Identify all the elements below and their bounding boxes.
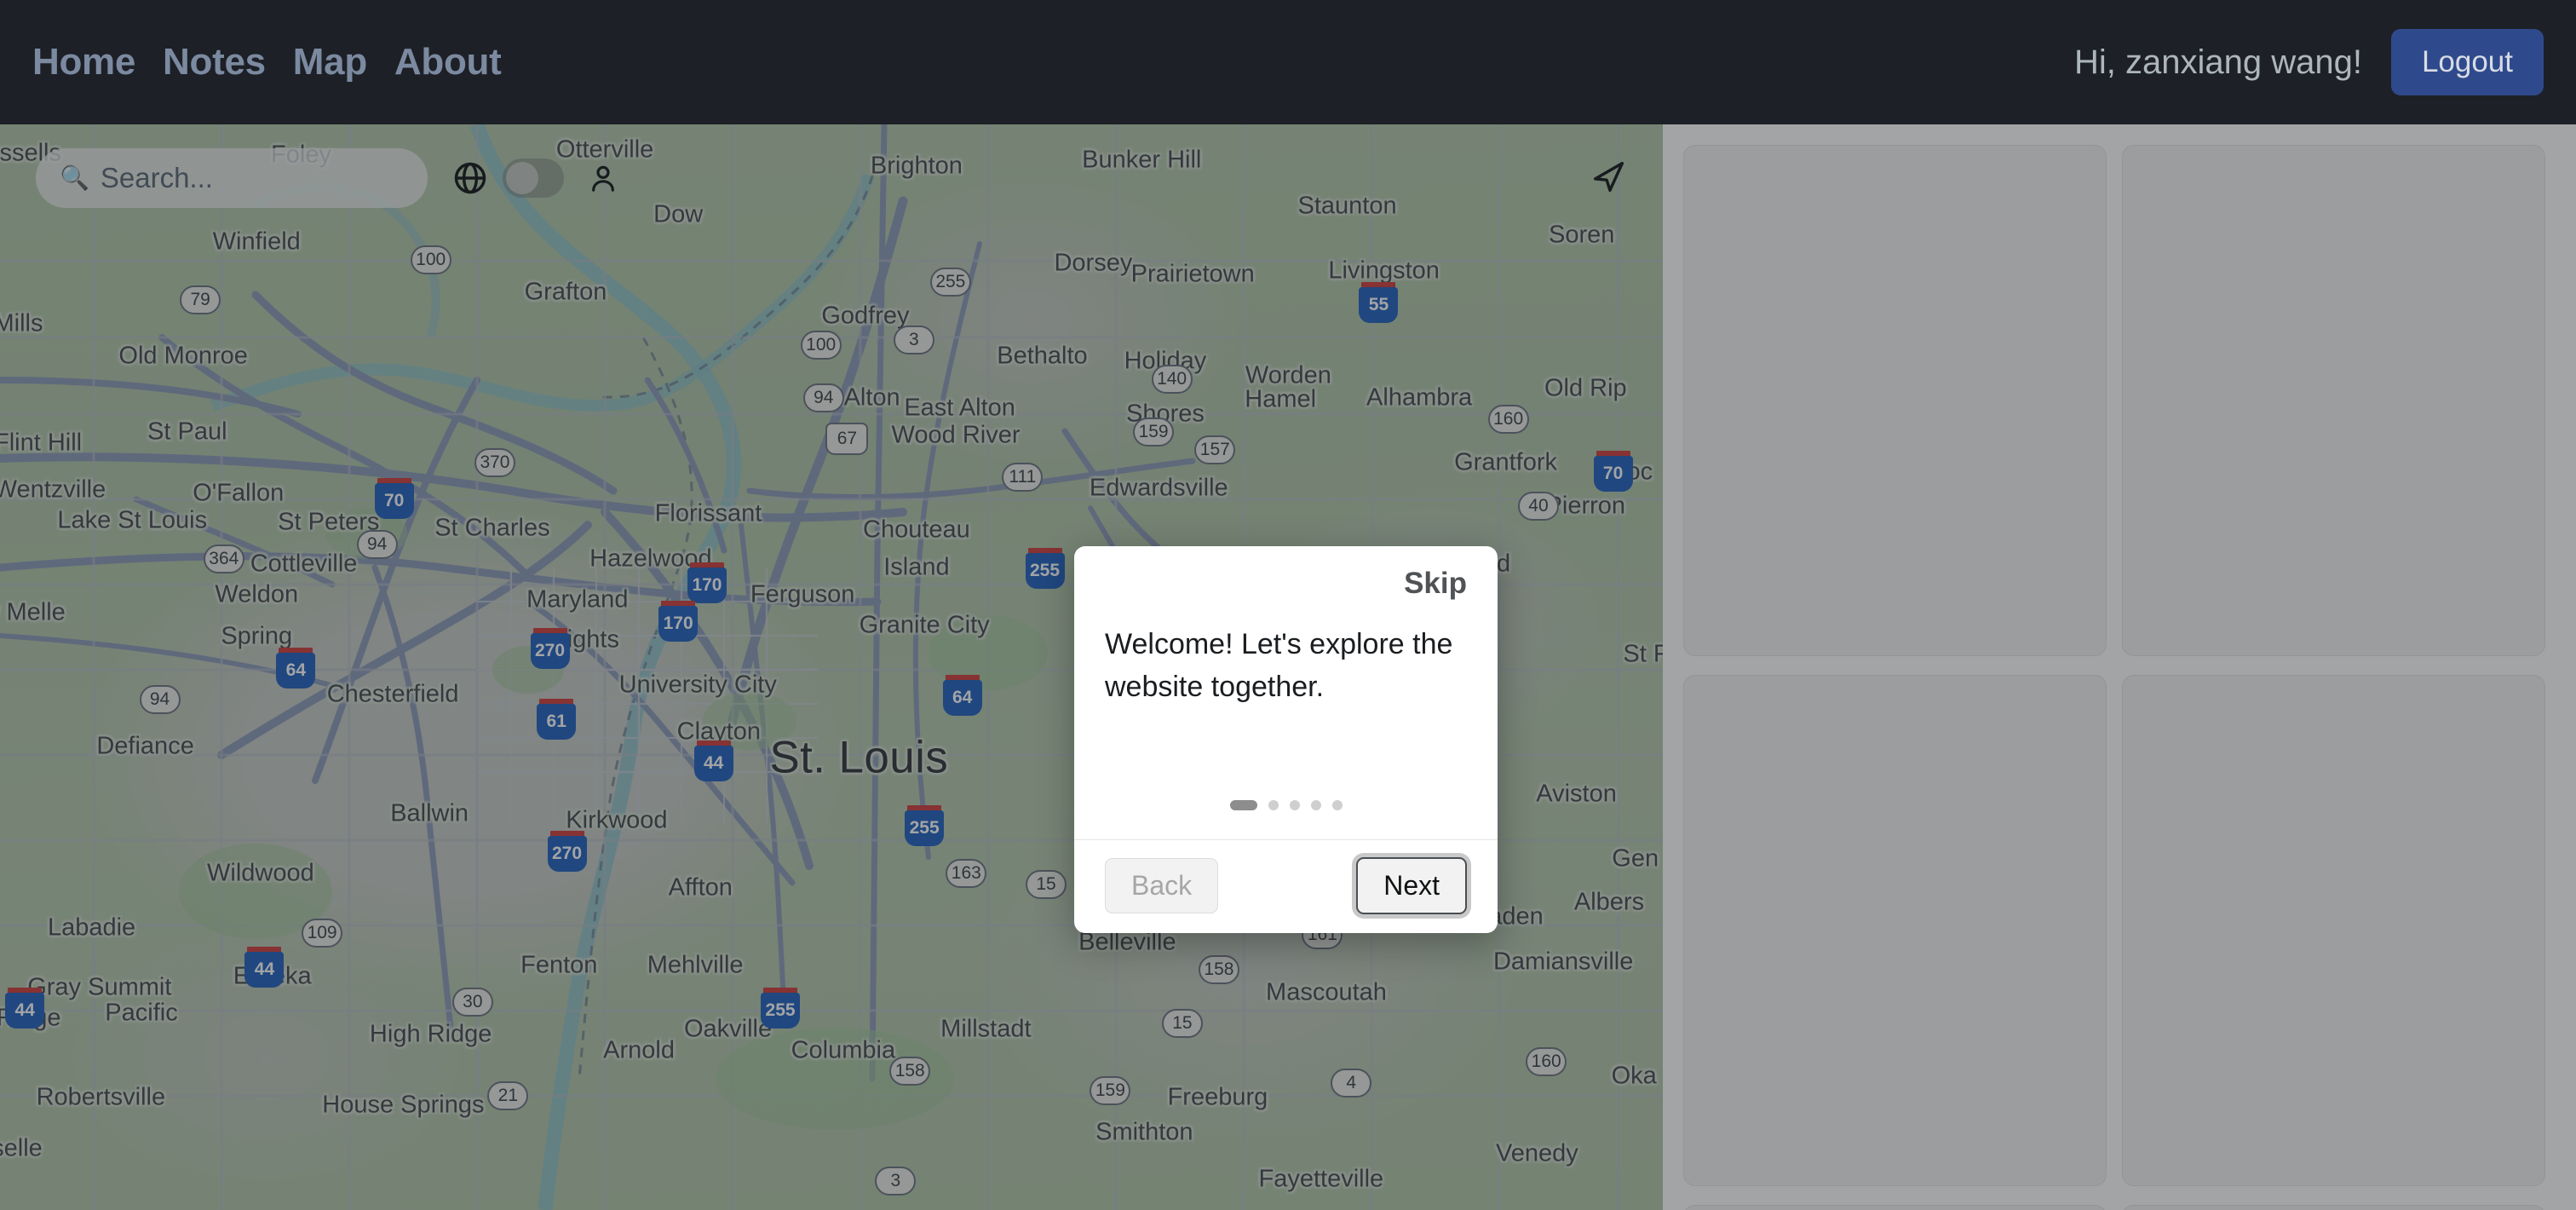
tour-modal-footer: Back Next: [1074, 839, 1498, 933]
next-button[interactable]: Next: [1356, 857, 1467, 914]
nav-link-home[interactable]: Home: [32, 41, 135, 84]
top-navbar: Home Notes Map About Hi, zanxiang wang! …: [0, 0, 2576, 124]
nav-link-about[interactable]: About: [394, 41, 502, 84]
skip-button[interactable]: Skip: [1404, 565, 1467, 602]
nav-links: Home Notes Map About: [32, 41, 502, 84]
tour-modal-body: Skip Welcome! Let's explore the website …: [1074, 546, 1498, 839]
tour-modal: Skip Welcome! Let's explore the website …: [1074, 546, 1498, 933]
logout-button[interactable]: Logout: [2390, 29, 2544, 95]
tour-step-dot[interactable]: [1268, 800, 1279, 810]
tour-step-dot[interactable]: [1289, 800, 1300, 810]
nav-link-notes[interactable]: Notes: [163, 41, 266, 84]
nav-right-group: Hi, zanxiang wang! Logout: [2074, 29, 2544, 95]
tour-message: Welcome! Let's explore the website toget…: [1105, 628, 1453, 704]
tour-step-dot[interactable]: [1310, 800, 1321, 810]
tour-step-dot[interactable]: [1229, 800, 1257, 810]
user-greeting: Hi, zanxiang wang!: [2073, 43, 2362, 81]
nav-link-map[interactable]: Map: [293, 41, 367, 84]
tour-step-dots: [1105, 800, 1467, 810]
tour-step-dot[interactable]: [1331, 800, 1343, 810]
back-button[interactable]: Back: [1105, 858, 1219, 913]
